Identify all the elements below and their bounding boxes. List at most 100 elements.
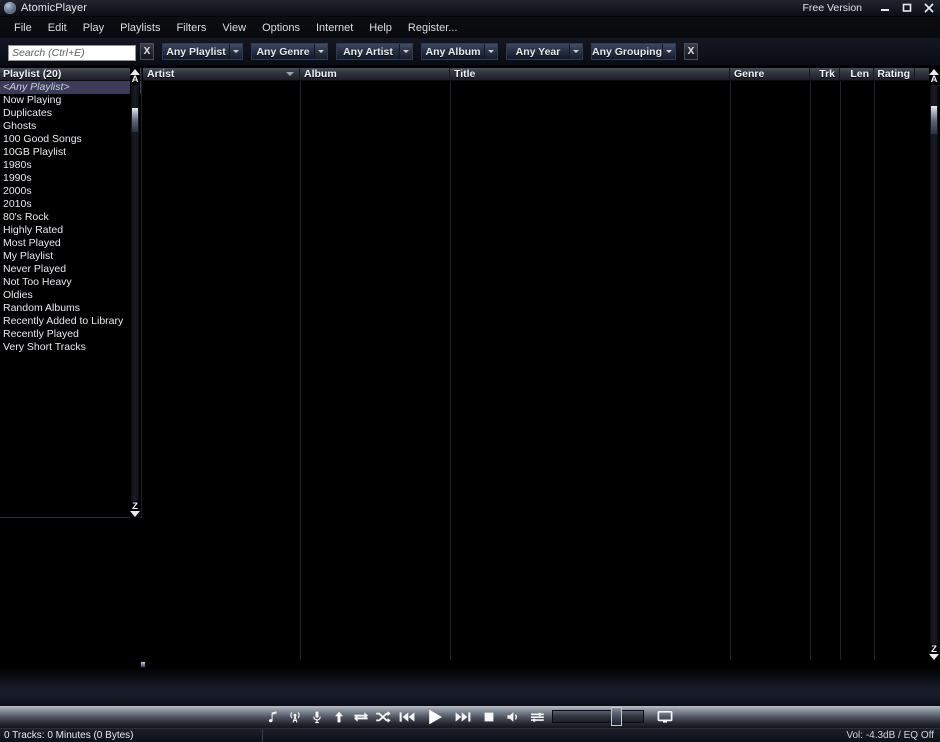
search-input[interactable] — [8, 44, 136, 61]
column-header-genre[interactable]: Genre — [730, 68, 810, 80]
atomicplayer-window: AtomicPlayer Free Version File Edit Play… — [0, 0, 940, 742]
scroll-down-arrow-icon[interactable] — [130, 511, 140, 517]
playlist-item[interactable]: Random Albums — [0, 302, 141, 315]
next-icon[interactable] — [450, 706, 476, 728]
filter-grouping-dropdown[interactable]: Any Grouping — [591, 43, 676, 60]
playlist-item[interactable]: Ghosts — [0, 120, 141, 133]
column-divider[interactable] — [810, 81, 811, 660]
clear-search-button[interactable]: X — [140, 43, 154, 60]
previous-icon[interactable] — [394, 706, 420, 728]
upload-arrow-icon[interactable] — [328, 706, 350, 728]
column-header-label: Len — [850, 68, 869, 80]
tracklist-alpha-scrollbar[interactable]: A Z — [929, 68, 939, 661]
chevron-down-icon — [314, 44, 327, 59]
filter-artist-value: Any Artist — [337, 44, 399, 59]
now-playing-panel — [0, 668, 940, 706]
horizontal-scrollbar[interactable] — [0, 661, 940, 668]
column-divider[interactable] — [300, 81, 301, 660]
column-divider[interactable] — [730, 81, 731, 660]
equalizer-icon[interactable] — [526, 706, 548, 728]
clear-filters-button[interactable]: X — [684, 43, 698, 60]
volume-icon[interactable] — [502, 706, 526, 728]
playlist-alpha-scrollbar[interactable]: A Z — [130, 68, 140, 518]
playlist-item[interactable]: 10GB Playlist — [0, 146, 141, 159]
column-divider[interactable] — [874, 81, 875, 660]
menu-filters[interactable]: Filters — [168, 20, 214, 36]
menu-file[interactable]: File — [6, 20, 40, 36]
playlist-item[interactable]: My Playlist — [0, 250, 141, 263]
playlist-scroll-track[interactable] — [131, 85, 139, 501]
menu-options[interactable]: Options — [254, 20, 308, 36]
monitor-icon[interactable] — [652, 706, 678, 728]
playlist-item[interactable]: Most Played — [0, 237, 141, 250]
playlist-item[interactable]: 1980s — [0, 159, 141, 172]
menu-play[interactable]: Play — [75, 20, 112, 36]
menu-view[interactable]: View — [214, 20, 254, 36]
volume-slider-thumb[interactable] — [611, 707, 622, 726]
maximize-button[interactable] — [896, 0, 918, 17]
column-divider[interactable] — [450, 81, 451, 660]
column-header-album[interactable]: Album — [300, 68, 450, 80]
playlist-item[interactable]: Recently Added to Library — [0, 315, 141, 328]
playlist-item[interactable]: Duplicates — [0, 107, 141, 120]
playlist-item[interactable]: 100 Good Songs — [0, 133, 141, 146]
repeat-icon[interactable] — [350, 706, 372, 728]
playlist-item[interactable]: 80's Rock — [0, 211, 141, 224]
menu-playlists[interactable]: Playlists — [112, 20, 168, 36]
status-volume-eq: Vol: -4.3dB / EQ Off — [846, 730, 934, 741]
filter-grouping-value: Any Grouping — [592, 44, 662, 59]
playlist-item[interactable]: Very Short Tracks — [0, 341, 141, 354]
column-header-len[interactable]: Len — [840, 68, 874, 80]
shuffle-icon[interactable] — [372, 706, 394, 728]
playlist-item[interactable]: Never Played — [0, 263, 141, 276]
scroll-down-arrow-icon[interactable] — [929, 654, 939, 660]
playlist-item[interactable]: Oldies — [0, 289, 141, 302]
playlist-scroll-thumb[interactable] — [131, 107, 139, 133]
column-header-label: Title — [454, 68, 476, 80]
filter-year-dropdown[interactable]: Any Year — [506, 43, 583, 60]
radio-tower-icon[interactable] — [284, 706, 306, 728]
filter-genre-dropdown[interactable]: Any Genre — [251, 43, 328, 60]
playlist-item[interactable]: Now Playing — [0, 94, 141, 107]
playlist-item[interactable]: <Any Playlist> — [0, 81, 141, 94]
column-divider[interactable] — [840, 81, 841, 660]
chevron-down-icon — [662, 44, 675, 59]
menu-help[interactable]: Help — [361, 20, 400, 36]
playlist-item[interactable]: 2000s — [0, 185, 141, 198]
column-header-label: Rating — [877, 68, 910, 80]
playlist-item[interactable]: 2010s — [0, 198, 141, 211]
tracklist-scroll-track[interactable] — [930, 85, 938, 644]
microphone-icon[interactable] — [306, 706, 328, 728]
status-track-summary: 0 Tracks: 0 Minutes (0 Bytes) — [4, 730, 134, 741]
column-header-trk[interactable]: Trk — [810, 68, 840, 80]
stop-icon[interactable] — [476, 706, 502, 728]
playlist-list[interactable]: <Any Playlist> Now Playing Duplicates Ghost… — [0, 81, 141, 518]
column-header-label: Genre — [734, 68, 765, 80]
menu-edit[interactable]: Edit — [40, 20, 75, 36]
play-icon[interactable] — [420, 706, 450, 728]
playlist-item[interactable]: 1990s — [0, 172, 141, 185]
filter-playlist-dropdown[interactable]: Any Playlist — [162, 43, 243, 60]
tracklist-scroll-thumb[interactable] — [930, 105, 938, 135]
track-list-body[interactable] — [143, 81, 929, 660]
horizontal-scroll-thumb[interactable] — [140, 661, 146, 668]
column-header-label: Artist — [147, 68, 175, 80]
playlist-item[interactable]: Highly Rated — [0, 224, 141, 237]
column-header-artist[interactable]: Artist — [143, 68, 300, 80]
close-button[interactable] — [918, 0, 940, 17]
menu-register[interactable]: Register... — [400, 20, 466, 36]
music-note-icon[interactable] — [262, 706, 284, 728]
globe-icon — [4, 2, 16, 14]
volume-slider[interactable] — [552, 706, 644, 728]
filter-artist-dropdown[interactable]: Any Artist — [336, 43, 413, 60]
playlist-item[interactable]: Not Too Heavy — [0, 276, 141, 289]
playlist-item[interactable]: Recently Played — [0, 328, 141, 341]
minimize-button[interactable] — [874, 0, 896, 17]
alpha-bottom-letter: Z — [931, 644, 937, 655]
column-header-rating[interactable]: Rating — [874, 68, 915, 80]
volume-slider-track[interactable] — [552, 710, 644, 723]
search-field-wrapper — [8, 43, 136, 61]
filter-album-dropdown[interactable]: Any Album — [421, 43, 498, 60]
menu-internet[interactable]: Internet — [308, 20, 361, 36]
column-header-title[interactable]: Title — [450, 68, 730, 80]
